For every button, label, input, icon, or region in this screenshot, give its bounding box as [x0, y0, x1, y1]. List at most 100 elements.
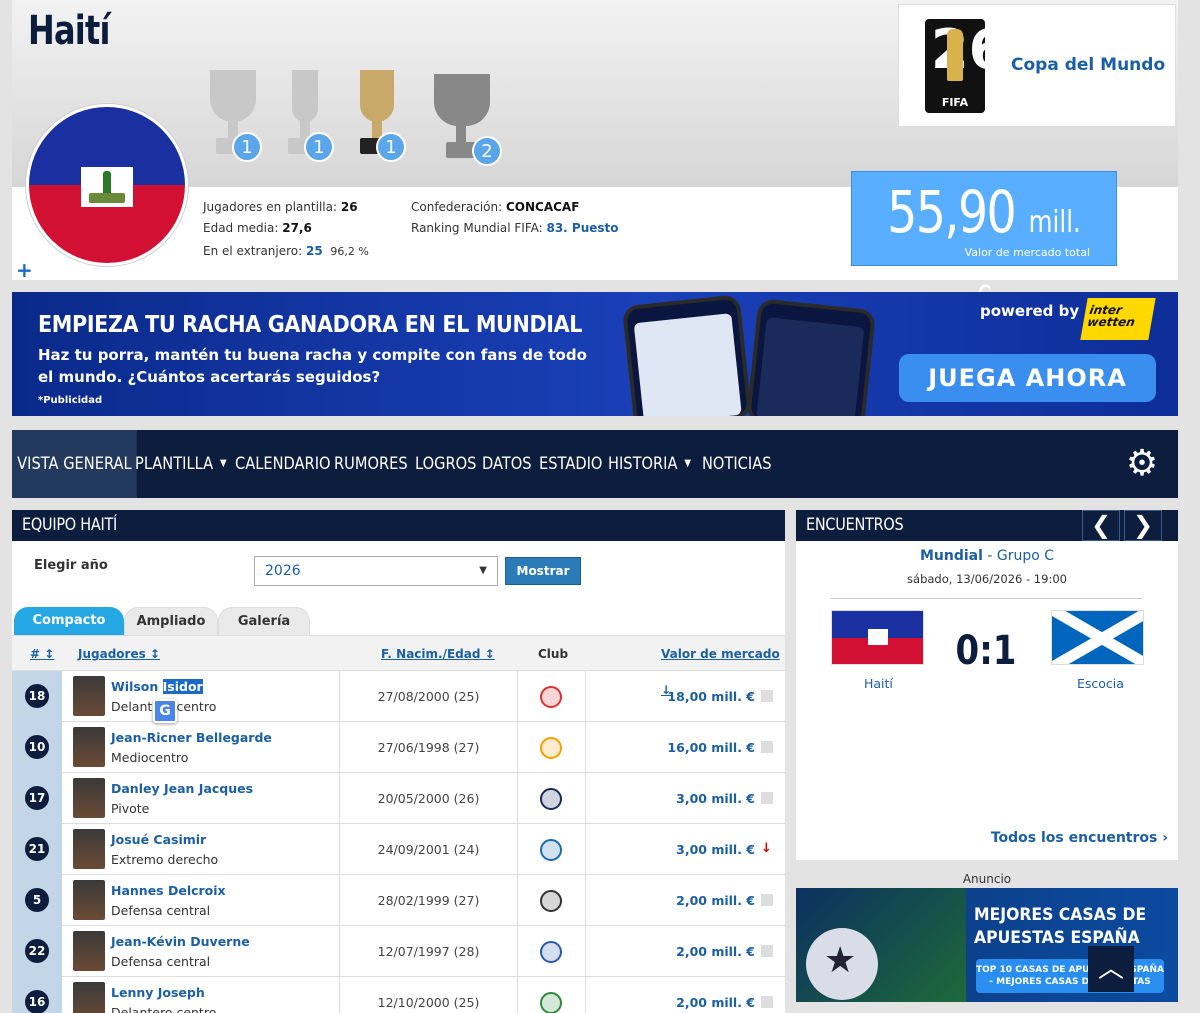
sort-players[interactable]: Jugadores ↕	[78, 636, 160, 672]
nav-plantilla[interactable]: PLANTILLA ▼	[135, 430, 227, 498]
player-name[interactable]: Danley Jean Jacques	[111, 781, 253, 796]
player-name[interactable]: Jean-Ricner Bellegarde	[111, 730, 272, 745]
squad-panel: EQUIPO HAITÍ Elegir año 2026 ▼ Mostrar Co…	[12, 510, 785, 1013]
sort-birthdate[interactable]: F. Nacim./Edad ↕	[381, 636, 495, 672]
player-market-value[interactable]: 3,00 mill. €	[585, 824, 755, 875]
away-team-name[interactable]: Escocia	[1077, 676, 1124, 691]
player-photo[interactable]	[73, 880, 105, 920]
player-photo[interactable]	[73, 778, 105, 818]
ad-disclaimer: *Publicidad	[38, 395, 103, 406]
year-label: Elegir año	[34, 558, 108, 573]
shirt-number-cell: 18	[12, 671, 62, 722]
club-logo-icon[interactable]	[540, 737, 562, 759]
value-trend-icon	[761, 690, 773, 702]
player-name[interactable]: Lenny Joseph	[111, 985, 205, 1000]
tab-ampliado[interactable]: Ampliado	[124, 607, 218, 635]
shirt-number-cell: 21	[12, 824, 62, 875]
home-team-flag[interactable]	[831, 610, 924, 665]
team-flag	[26, 104, 188, 266]
player-market-value[interactable]: 18,00 mill. €	[585, 671, 755, 722]
promo-banner[interactable]: EMPIEZA TU RACHA GANADORA EN EL MUNDIAL …	[12, 292, 1178, 416]
fifa-ranking-link[interactable]: 83. Puesto	[546, 221, 618, 235]
player-market-value[interactable]: 2,00 mill. €	[585, 977, 755, 1013]
world-cup-link[interactable]: Copa del Mundo	[1011, 55, 1165, 75]
player-name[interactable]: Wilson Isidor	[111, 679, 203, 694]
club-logo-icon[interactable]	[540, 941, 562, 963]
player-photo[interactable]	[73, 829, 105, 869]
all-matches-link[interactable]: Todos los encuentros ›	[991, 830, 1168, 846]
sort-market-value[interactable]: Valor de mercado ↓	[661, 636, 785, 697]
nav-noticias[interactable]: NOTICIAS	[702, 430, 771, 498]
trophy-count-badge: 1	[304, 132, 334, 162]
prev-match-button[interactable]: ❮	[1082, 510, 1120, 541]
year-select[interactable]: 2026 ▼	[254, 556, 498, 586]
home-team-name[interactable]: Haití	[864, 676, 893, 691]
player-photo[interactable]	[73, 982, 105, 1013]
club-logo-icon[interactable]	[540, 686, 562, 708]
shirt-number-cell: 5	[12, 875, 62, 926]
matches-panel-title: ENCUENTROS	[796, 510, 1178, 541]
divider	[830, 598, 1142, 599]
ad-cta-button[interactable]: TOP 10 CASAS DE APUESTAS ESPAÑA - MEJORE…	[976, 959, 1164, 993]
club-logo-icon[interactable]	[540, 788, 562, 810]
nav-rumores[interactable]: RUMORES	[334, 430, 408, 498]
player-market-value[interactable]: 16,00 mill. €	[585, 722, 755, 773]
club-logo-icon[interactable]	[540, 992, 562, 1013]
player-market-value[interactable]: 2,00 mill. €	[585, 926, 755, 977]
player-name[interactable]: Hannes Delcroix	[111, 883, 226, 898]
player-market-value[interactable]: 2,00 mill. €	[585, 875, 755, 926]
phone-image	[621, 294, 753, 416]
abroad-link[interactable]: 25	[306, 244, 323, 258]
show-button[interactable]: Mostrar	[505, 557, 581, 585]
phone-image	[745, 298, 877, 416]
nav-estadio[interactable]: ESTADIO	[539, 430, 602, 498]
shirt-number: 17	[25, 786, 49, 810]
team-name: Haití	[28, 8, 110, 54]
player-birthdate: 12/07/1997 (28)	[339, 926, 518, 977]
trophy-grey-cup-icon[interactable]: 2	[424, 70, 502, 166]
tab-galeria[interactable]: Galería	[218, 607, 310, 635]
scroll-top-button[interactable]: ︿	[1088, 946, 1134, 992]
trophy-silver-cup-icon[interactable]: 1	[202, 66, 264, 162]
table-row: 16 Lenny Joseph Delantero centro 12/10/2000…	[12, 977, 785, 1013]
player-birthdate: 27/08/2000 (25)	[339, 671, 518, 722]
chevron-down-icon: ▼	[219, 458, 227, 469]
player-name[interactable]: Josué Casimir	[111, 832, 206, 847]
player-name[interactable]: Jean-Kévin Duverne	[111, 934, 250, 949]
match-score[interactable]: 0:1	[952, 628, 1020, 674]
gear-icon[interactable]: ⚙	[1124, 446, 1160, 482]
player-market-value[interactable]: 3,00 mill. €	[585, 773, 755, 824]
translate-icon[interactable]: G	[153, 699, 177, 723]
world-cup-box[interactable]: 26 FIFA Copa del Mundo	[898, 4, 1176, 127]
nav-vista-general[interactable]: VISTA GENERAL	[12, 430, 137, 498]
club-logo-icon[interactable]	[540, 890, 562, 912]
nav-historia[interactable]: HISTORIA ▼	[608, 430, 691, 498]
player-birthdate: 28/02/1999 (27)	[339, 875, 518, 926]
sort-number[interactable]: # ↕	[30, 636, 54, 672]
player-photo[interactable]	[73, 727, 105, 767]
player-photo[interactable]	[73, 931, 105, 971]
shirt-number-cell: 17	[12, 773, 62, 824]
next-match-button[interactable]: ❯	[1124, 510, 1162, 541]
add-favorite-button[interactable]: +	[16, 258, 33, 282]
nav-datos[interactable]: DATOS	[482, 430, 532, 498]
away-team-flag[interactable]	[1051, 610, 1144, 665]
club-logo-icon[interactable]	[540, 839, 562, 861]
tab-compacto[interactable]: Compacto	[14, 607, 124, 635]
club-header: Club	[538, 647, 569, 661]
total-market-value[interactable]: 55,90 mill. € Valor de mercado total	[851, 171, 1117, 315]
play-now-button[interactable]: JUEGA AHORA	[899, 354, 1156, 402]
player-photo[interactable]	[73, 676, 105, 716]
nav-calendario[interactable]: CALENDARIO	[235, 430, 331, 498]
table-row: 22 Jean-Kévin Duverne Defensa central 12/07…	[12, 926, 785, 977]
trophy-count-badge: 1	[232, 132, 262, 162]
nav-logros[interactable]: LOGROS	[415, 430, 476, 498]
player-birthdate: 24/09/2001 (24)	[339, 824, 518, 875]
shirt-number: 18	[25, 684, 49, 708]
chevron-down-icon: ▼	[684, 458, 692, 469]
trophy-count-badge: 2	[472, 136, 502, 166]
trophy-gold-cup-icon[interactable]: 1	[346, 66, 408, 162]
player-position: Delantero centro	[111, 1005, 217, 1013]
trophy-silver-cup-2-icon[interactable]: 1	[274, 66, 336, 162]
competition-link[interactable]: Mundial	[920, 548, 983, 564]
